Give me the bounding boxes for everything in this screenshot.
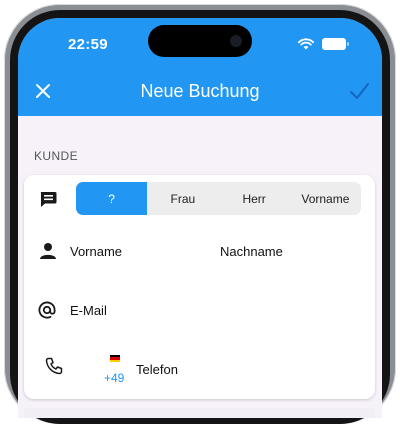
wifi-icon (298, 38, 314, 50)
salutation-option-unknown[interactable]: ? (76, 182, 148, 215)
chat-bubble-icon (40, 192, 57, 207)
last-name-field[interactable]: Nachname (220, 244, 283, 259)
status-time: 22:59 (68, 36, 108, 53)
dynamic-island (148, 25, 252, 57)
salutation-option-herr[interactable]: Herr (219, 182, 290, 215)
at-icon (38, 301, 56, 319)
phone-field[interactable]: Telefon (136, 362, 178, 377)
first-name-field[interactable]: Vorname (70, 244, 122, 259)
salutation-option-vorname[interactable]: Vorname (290, 182, 361, 215)
phone-icon (45, 357, 63, 375)
app-bar: 22:59 Neue Buchung (18, 18, 382, 116)
person-icon (40, 243, 56, 259)
country-dial-code[interactable]: +49 (104, 371, 124, 385)
app-screen: 22:59 Neue Buchung KUNDE ? Frau Herr Vor… (18, 18, 382, 418)
next-section (24, 408, 375, 418)
de-flag-icon[interactable] (110, 355, 120, 362)
customer-card: ? Frau Herr Vorname Vorname Nachname E-M… (24, 175, 375, 399)
page-title: Neue Buchung (140, 81, 260, 101)
status-icons (298, 38, 349, 50)
camera-icon (230, 35, 242, 47)
check-icon[interactable] (348, 80, 370, 102)
salutation-selector: ? Frau Herr Vorname (76, 182, 361, 215)
email-field[interactable]: E-Mail (70, 303, 107, 318)
battery-icon (322, 38, 349, 50)
salutation-option-frau[interactable]: Frau (147, 182, 218, 215)
section-label-kunde: KUNDE (34, 149, 79, 163)
